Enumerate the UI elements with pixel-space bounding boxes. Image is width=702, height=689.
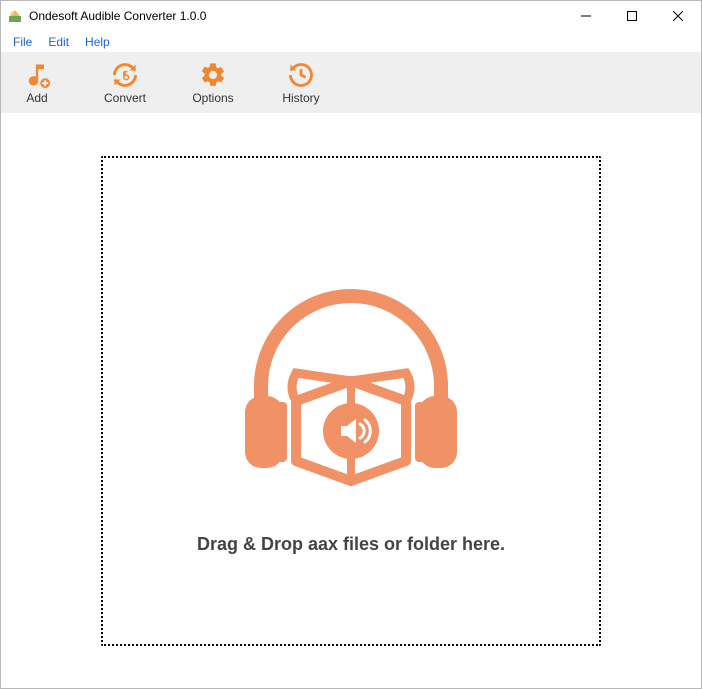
dropzone[interactable]: Drag & Drop aax files or folder here.	[101, 156, 601, 646]
convert-refresh-icon	[111, 61, 139, 89]
audiobook-headphones-icon	[221, 246, 481, 506]
add-button[interactable]: Add	[9, 59, 65, 107]
history-clock-icon	[287, 61, 315, 89]
dropzone-instruction: Drag & Drop aax files or folder here.	[197, 534, 505, 555]
titlebar: Ondesoft Audible Converter 1.0.0	[1, 1, 701, 31]
history-button[interactable]: History	[273, 59, 329, 107]
add-label: Add	[26, 91, 47, 105]
gear-icon	[199, 61, 227, 89]
app-icon	[7, 8, 23, 24]
menu-help[interactable]: Help	[77, 31, 118, 52]
options-label: Options	[192, 91, 233, 105]
history-label: History	[282, 91, 319, 105]
menubar: File Edit Help	[1, 31, 701, 53]
convert-label: Convert	[104, 91, 146, 105]
minimize-button[interactable]	[563, 1, 609, 31]
menu-file[interactable]: File	[5, 31, 40, 52]
close-button[interactable]	[655, 1, 701, 31]
options-button[interactable]: Options	[185, 59, 241, 107]
window-title: Ondesoft Audible Converter 1.0.0	[29, 9, 206, 23]
convert-button[interactable]: Convert	[97, 59, 153, 107]
toolbar: Add Convert Options	[1, 53, 701, 113]
main-area: Drag & Drop aax files or folder here.	[1, 113, 701, 688]
window-controls	[563, 1, 701, 31]
music-note-plus-icon	[23, 61, 51, 89]
maximize-button[interactable]	[609, 1, 655, 31]
menu-edit[interactable]: Edit	[40, 31, 77, 52]
